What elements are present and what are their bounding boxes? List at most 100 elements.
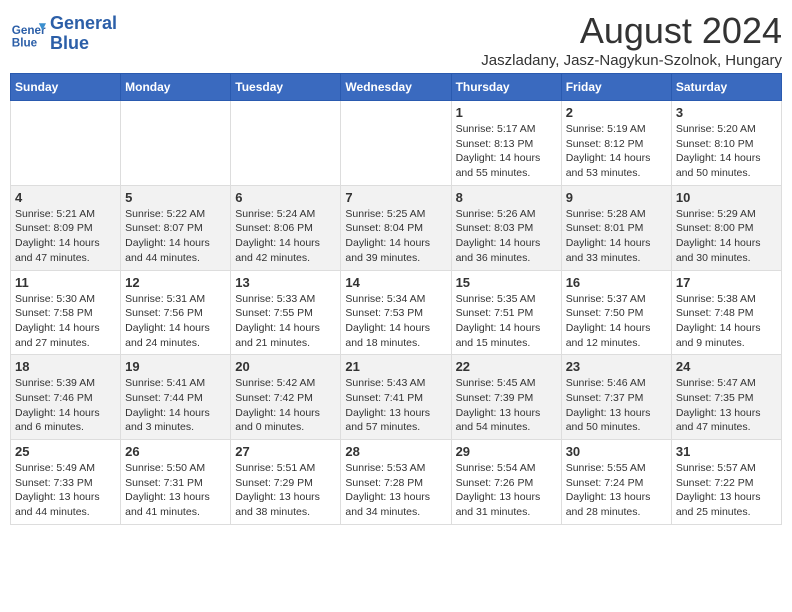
day-info: Sunrise: 5:20 AMSunset: 8:10 PMDaylight:…	[676, 122, 777, 181]
calendar-cell	[231, 101, 341, 186]
calendar-cell: 6 Sunrise: 5:24 AMSunset: 8:06 PMDaylight…	[231, 185, 341, 270]
calendar-cell: 18Sunrise: 5:39 AMSunset: 7:46 PMDayligh…	[11, 355, 121, 440]
calendar-cell	[11, 101, 121, 186]
day-number: 6	[235, 190, 336, 205]
day-number: 17	[676, 275, 777, 290]
day-number: 31	[676, 444, 777, 459]
calendar-cell: 23 Sunrise: 5:46 AMSunset: 7:37 PMDayligh…	[561, 355, 671, 440]
day-info: Sunrise: 5:45 AMSunset: 7:39 PMDaylight:…	[456, 376, 557, 435]
col-saturday: Saturday	[671, 74, 781, 101]
col-friday: Friday	[561, 74, 671, 101]
logo: General Blue General Blue	[10, 14, 117, 54]
day-number: 29	[456, 444, 557, 459]
calendar-cell: 9 Sunrise: 5:28 AMSunset: 8:01 PMDaylight…	[561, 185, 671, 270]
day-number: 19	[125, 359, 226, 374]
calendar-week-row: 11 Sunrise: 5:30 AMSunset: 7:58 PMDayligh…	[11, 270, 782, 355]
day-info: Sunrise: 5:25 AMSunset: 8:04 PMDaylight:…	[345, 207, 446, 266]
calendar-cell	[341, 101, 451, 186]
calendar-cell: 1 Sunrise: 5:17 AMSunset: 8:13 PMDaylight…	[451, 101, 561, 186]
calendar-cell: 19Sunrise: 5:41 AMSunset: 7:44 PMDayligh…	[121, 355, 231, 440]
day-info: Sunrise: 5:50 AMSunset: 7:31 PMDaylight:…	[125, 461, 226, 520]
col-thursday: Thursday	[451, 74, 561, 101]
calendar-cell: 13Sunrise: 5:33 AMSunset: 7:55 PMDayligh…	[231, 270, 341, 355]
month-year-title: August 2024	[481, 10, 782, 52]
day-info: Sunrise: 5:43 AMSunset: 7:41 PMDaylight:…	[345, 376, 446, 435]
calendar-cell: 15Sunrise: 5:35 AMSunset: 7:51 PMDayligh…	[451, 270, 561, 355]
day-number: 10	[676, 190, 777, 205]
day-number: 24	[676, 359, 777, 374]
day-info: Sunrise: 5:39 AMSunset: 7:46 PMDaylight:…	[15, 376, 116, 435]
calendar-cell: 29 Sunrise: 5:54 AMSunset: 7:26 PMDayligh…	[451, 440, 561, 525]
day-info: Sunrise: 5:21 AMSunset: 8:09 PMDaylight:…	[15, 207, 116, 266]
calendar-cell: 21 Sunrise: 5:43 AMSunset: 7:41 PMDayligh…	[341, 355, 451, 440]
calendar-cell: 12Sunrise: 5:31 AMSunset: 7:56 PMDayligh…	[121, 270, 231, 355]
day-info: Sunrise: 5:24 AMSunset: 8:06 PMDaylight:…	[235, 207, 336, 266]
day-info: Sunrise: 5:19 AMSunset: 8:12 PMDaylight:…	[566, 122, 667, 181]
day-info: Sunrise: 5:31 AMSunset: 7:56 PMDaylight:…	[125, 292, 226, 351]
day-number: 9	[566, 190, 667, 205]
day-number: 11	[15, 275, 116, 290]
day-number: 27	[235, 444, 336, 459]
calendar-cell	[121, 101, 231, 186]
day-number: 7	[345, 190, 446, 205]
location-subtitle: Jaszladany, Jasz-Nagykun-Szolnok, Hungar…	[481, 52, 782, 69]
day-number: 4	[15, 190, 116, 205]
day-number: 21	[345, 359, 446, 374]
calendar-cell: 7 Sunrise: 5:25 AMSunset: 8:04 PMDaylight…	[341, 185, 451, 270]
day-info: Sunrise: 5:42 AMSunset: 7:42 PMDaylight:…	[235, 376, 336, 435]
day-number: 22	[456, 359, 557, 374]
col-monday: Monday	[121, 74, 231, 101]
day-number: 26	[125, 444, 226, 459]
calendar-cell: 5Sunrise: 5:22 AMSunset: 8:07 PMDaylight…	[121, 185, 231, 270]
calendar-cell: 2 Sunrise: 5:19 AMSunset: 8:12 PMDaylight…	[561, 101, 671, 186]
calendar-cell: 26 Sunrise: 5:50 AMSunset: 7:31 PMDayligh…	[121, 440, 231, 525]
day-info: Sunrise: 5:17 AMSunset: 8:13 PMDaylight:…	[456, 122, 557, 181]
day-number: 2	[566, 105, 667, 120]
calendar-cell: 14Sunrise: 5:34 AMSunset: 7:53 PMDayligh…	[341, 270, 451, 355]
calendar-cell: 25Sunrise: 5:49 AMSunset: 7:33 PMDayligh…	[11, 440, 121, 525]
calendar-cell: 10Sunrise: 5:29 AMSunset: 8:00 PMDayligh…	[671, 185, 781, 270]
logo-text: General Blue	[50, 14, 117, 54]
day-number: 28	[345, 444, 446, 459]
day-number: 15	[456, 275, 557, 290]
day-number: 1	[456, 105, 557, 120]
calendar-week-row: 4 Sunrise: 5:21 AMSunset: 8:09 PMDaylight…	[11, 185, 782, 270]
day-info: Sunrise: 5:47 AMSunset: 7:35 PMDaylight:…	[676, 376, 777, 435]
calendar-cell: 28 Sunrise: 5:53 AMSunset: 7:28 PMDayligh…	[341, 440, 451, 525]
col-wednesday: Wednesday	[341, 74, 451, 101]
day-info: Sunrise: 5:37 AMSunset: 7:50 PMDaylight:…	[566, 292, 667, 351]
calendar-header-row: Sunday Monday Tuesday Wednesday Thursday…	[11, 74, 782, 101]
day-info: Sunrise: 5:57 AMSunset: 7:22 PMDaylight:…	[676, 461, 777, 520]
day-info: Sunrise: 5:51 AMSunset: 7:29 PMDaylight:…	[235, 461, 336, 520]
calendar-cell: 31 Sunrise: 5:57 AMSunset: 7:22 PMDayligh…	[671, 440, 781, 525]
calendar-cell: 30Sunrise: 5:55 AMSunset: 7:24 PMDayligh…	[561, 440, 671, 525]
svg-text:Blue: Blue	[12, 36, 38, 49]
header: General Blue General Blue August 2024 Ja…	[10, 10, 782, 69]
calendar-cell: 17Sunrise: 5:38 AMSunset: 7:48 PMDayligh…	[671, 270, 781, 355]
logo-line2: Blue	[50, 33, 89, 53]
calendar-week-row: 25Sunrise: 5:49 AMSunset: 7:33 PMDayligh…	[11, 440, 782, 525]
day-info: Sunrise: 5:54 AMSunset: 7:26 PMDaylight:…	[456, 461, 557, 520]
calendar-cell: 8 Sunrise: 5:26 AMSunset: 8:03 PMDaylight…	[451, 185, 561, 270]
day-number: 30	[566, 444, 667, 459]
calendar-cell: 11 Sunrise: 5:30 AMSunset: 7:58 PMDayligh…	[11, 270, 121, 355]
day-number: 20	[235, 359, 336, 374]
calendar-cell: 4 Sunrise: 5:21 AMSunset: 8:09 PMDaylight…	[11, 185, 121, 270]
title-block: August 2024 Jaszladany, Jasz-Nagykun-Szo…	[481, 10, 782, 69]
logo-line1: General	[50, 13, 117, 33]
day-number: 8	[456, 190, 557, 205]
day-info: Sunrise: 5:46 AMSunset: 7:37 PMDaylight:…	[566, 376, 667, 435]
day-info: Sunrise: 5:22 AMSunset: 8:07 PMDaylight:…	[125, 207, 226, 266]
calendar-week-row: 1 Sunrise: 5:17 AMSunset: 8:13 PMDaylight…	[11, 101, 782, 186]
day-number: 25	[15, 444, 116, 459]
day-info: Sunrise: 5:26 AMSunset: 8:03 PMDaylight:…	[456, 207, 557, 266]
day-number: 13	[235, 275, 336, 290]
col-sunday: Sunday	[11, 74, 121, 101]
day-info: Sunrise: 5:53 AMSunset: 7:28 PMDaylight:…	[345, 461, 446, 520]
day-number: 23	[566, 359, 667, 374]
calendar-week-row: 18Sunrise: 5:39 AMSunset: 7:46 PMDayligh…	[11, 355, 782, 440]
calendar-cell: 20 Sunrise: 5:42 AMSunset: 7:42 PMDayligh…	[231, 355, 341, 440]
day-info: Sunrise: 5:30 AMSunset: 7:58 PMDaylight:…	[15, 292, 116, 351]
logo-icon: General Blue	[10, 16, 46, 52]
day-info: Sunrise: 5:28 AMSunset: 8:01 PMDaylight:…	[566, 207, 667, 266]
